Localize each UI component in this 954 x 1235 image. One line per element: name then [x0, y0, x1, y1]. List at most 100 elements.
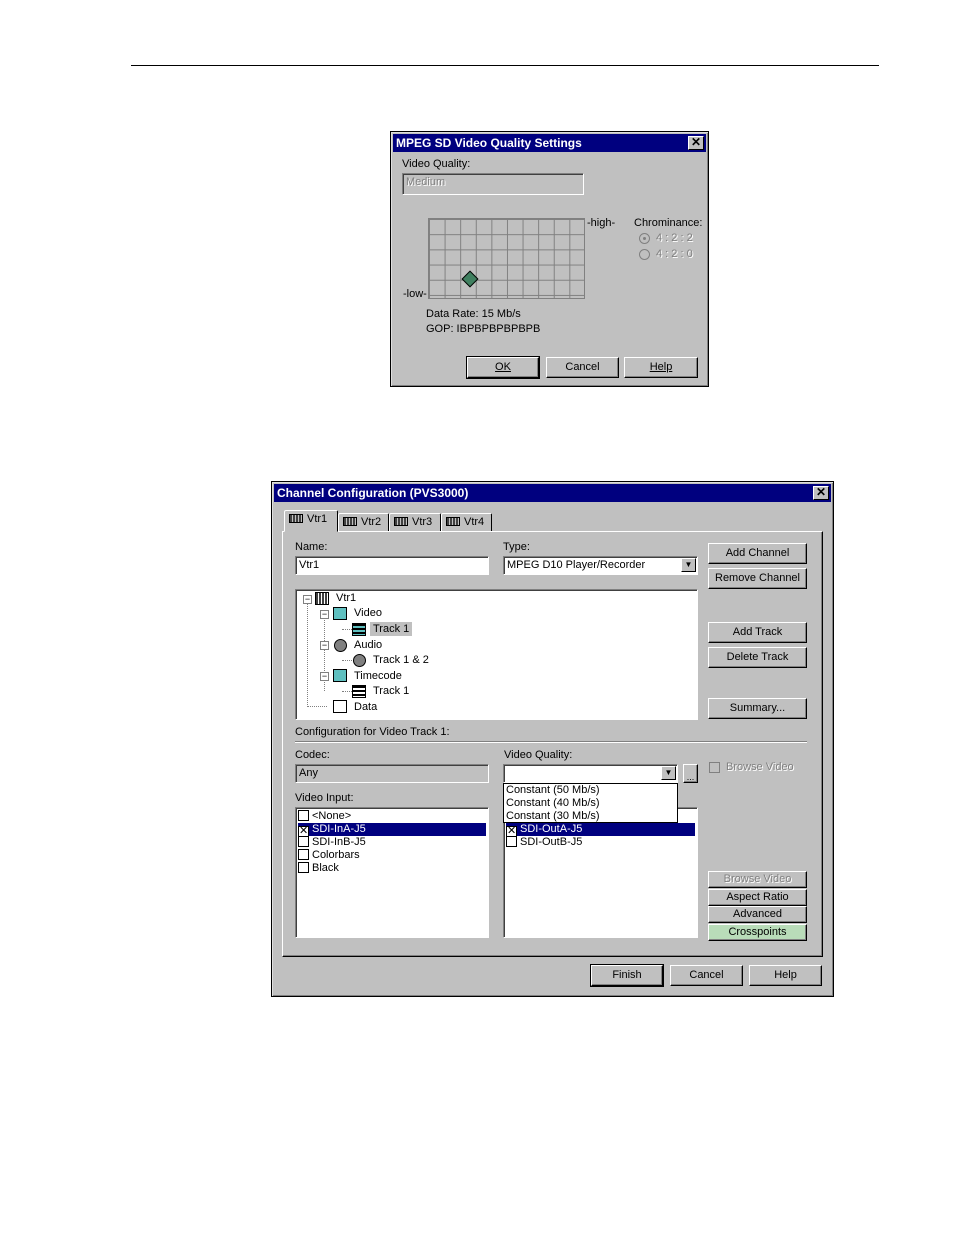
- video-input-label: Video Input:: [295, 792, 354, 804]
- chroma-420-radio[interactable]: [639, 249, 650, 260]
- add-channel-button[interactable]: Add Channel: [708, 543, 807, 564]
- chroma-422-label: 4 : 2 : 2: [656, 232, 693, 244]
- separator: [295, 741, 807, 743]
- close-icon[interactable]: ✕: [688, 136, 704, 150]
- help-button[interactable]: Help: [749, 965, 822, 986]
- add-track-label: Add Track: [732, 626, 783, 638]
- ellipsis-button[interactable]: ...: [683, 764, 698, 783]
- timecode-film-icon: [352, 685, 366, 698]
- browse-video-button[interactable]: Browse Video: [708, 871, 807, 888]
- tab-vtr4[interactable]: Vtr4: [441, 513, 492, 532]
- cancel-button[interactable]: Cancel: [546, 357, 619, 378]
- add-track-button[interactable]: Add Track: [708, 622, 807, 643]
- chroma-420-label: 4 : 2 : 0: [656, 248, 693, 260]
- finish-button[interactable]: Finish: [590, 964, 664, 987]
- cancel-label: Cancel: [689, 969, 724, 981]
- tab-vtr2[interactable]: Vtr2: [338, 513, 389, 532]
- tree-node-video-track[interactable]: Track 1: [370, 622, 413, 636]
- summary-button[interactable]: Summary...: [708, 698, 807, 719]
- vtr-icon: [394, 517, 408, 526]
- codec-label: Codec:: [295, 749, 330, 761]
- tree-node-timecode[interactable]: Timecode: [354, 669, 402, 683]
- list-item[interactable]: ✕ SDI-InA-J5: [298, 823, 486, 837]
- timecode-icon: [333, 669, 347, 682]
- video-input-list[interactable]: <None> ✕ SDI-InA-J5 SDI-InB-J5 Colorbars …: [295, 807, 489, 938]
- list-item-label: SDI-OutA-J5: [520, 823, 583, 835]
- video-quality-dropdown[interactable]: Constant (50 Mb/s) Constant (40 Mb/s) Co…: [503, 783, 678, 823]
- list-item[interactable]: ✕ SDI-OutA-J5: [506, 823, 695, 837]
- delete-track-button[interactable]: Delete Track: [708, 647, 807, 668]
- tree-line: [342, 691, 352, 692]
- name-input[interactable]: Vtr1: [295, 556, 489, 575]
- high-label: -high-: [587, 217, 616, 229]
- checkbox[interactable]: [298, 836, 309, 847]
- dialog-title-bar: Channel Configuration (PVS3000) ✕: [274, 484, 831, 502]
- checkbox[interactable]: [298, 849, 309, 860]
- low-label: -low-: [403, 288, 427, 300]
- advanced-label: Advanced: [733, 908, 782, 920]
- checkbox[interactable]: [506, 836, 517, 847]
- list-item[interactable]: <None>: [298, 810, 486, 823]
- quality-option[interactable]: Constant (40 Mb/s): [504, 797, 677, 810]
- aspect-ratio-label: Aspect Ratio: [726, 891, 789, 903]
- browse-video-checkbox[interactable]: [709, 762, 720, 773]
- name-label: Name:: [295, 541, 328, 553]
- list-item-label: SDI-InB-J5: [312, 836, 366, 848]
- video-quality-select[interactable]: ▼: [503, 764, 678, 783]
- collapse-icon[interactable]: −: [320, 610, 329, 619]
- list-item[interactable]: Black: [298, 862, 486, 875]
- ok-button[interactable]: OK: [466, 356, 540, 379]
- vtr-icon: [289, 514, 303, 523]
- tree-line: [307, 706, 327, 707]
- data-rate-text: Data Rate: 15 Mb/s: [426, 308, 521, 320]
- tree-node-audio-track[interactable]: Track 1 & 2: [373, 653, 429, 667]
- data-icon: [333, 700, 347, 713]
- close-icon[interactable]: ✕: [813, 486, 829, 500]
- quality-option[interactable]: Constant (30 Mb/s): [504, 810, 677, 823]
- aspect-ratio-button[interactable]: Aspect Ratio: [708, 889, 807, 906]
- advanced-button[interactable]: Advanced: [708, 906, 807, 923]
- list-item-label: <None>: [312, 810, 352, 822]
- tab-vtr3[interactable]: Vtr3: [389, 513, 441, 532]
- list-item[interactable]: SDI-OutB-J5: [506, 836, 695, 849]
- list-item[interactable]: Colorbars: [298, 849, 486, 862]
- tab-vtr1[interactable]: Vtr1: [284, 510, 338, 532]
- checkbox[interactable]: [298, 862, 309, 873]
- channel-configuration-dialog: Channel Configuration (PVS3000) ✕ Vtr1 V…: [271, 481, 834, 997]
- finish-label: Finish: [612, 969, 642, 981]
- help-button-label: Help: [649, 361, 673, 373]
- quality-option[interactable]: Constant (50 Mb/s): [504, 784, 677, 797]
- type-select[interactable]: MPEG D10 Player/Recorder ▼: [503, 556, 698, 575]
- collapse-icon[interactable]: −: [320, 672, 329, 681]
- cancel-button-label: Cancel: [565, 361, 600, 373]
- collapse-icon[interactable]: −: [320, 641, 329, 650]
- vtr-icon: [315, 592, 329, 605]
- dialog-title-bar: MPEG SD Video Quality Settings ✕: [393, 134, 706, 152]
- list-item-label: SDI-OutB-J5: [520, 836, 583, 848]
- tree-node-video[interactable]: Video: [354, 606, 382, 620]
- chroma-422-radio[interactable]: [639, 233, 650, 244]
- add-channel-label: Add Channel: [725, 547, 790, 559]
- tree-node-vtr1[interactable]: Vtr1: [336, 591, 356, 605]
- browse-video-button-label: Browse Video: [723, 873, 792, 885]
- collapse-icon[interactable]: −: [303, 595, 312, 604]
- tab-label: Vtr1: [307, 513, 328, 525]
- page-header-rule: [131, 65, 879, 66]
- tree-node-timecode-track[interactable]: Track 1: [373, 684, 409, 698]
- dialog-title: Channel Configuration (PVS3000): [277, 486, 469, 500]
- tree-node-data[interactable]: Data: [354, 700, 377, 714]
- crosspoints-button[interactable]: Crosspoints: [708, 924, 807, 941]
- cancel-button[interactable]: Cancel: [670, 965, 743, 986]
- help-button[interactable]: Help: [624, 357, 698, 378]
- quality-grid[interactable]: [428, 218, 585, 299]
- list-item[interactable]: SDI-InB-J5: [298, 836, 486, 849]
- browse-video-check-label: Browse Video: [726, 761, 794, 773]
- tab-label: Vtr2: [361, 516, 382, 528]
- video-output-list[interactable]: ✕ SDI-OutA-J5 SDI-OutB-J5: [503, 807, 698, 938]
- channel-tree[interactable]: − Vtr1 − Video Track 1 − Audio Track 1 &…: [295, 589, 698, 720]
- chevron-down-icon[interactable]: ▼: [661, 766, 676, 780]
- remove-channel-button[interactable]: Remove Channel: [708, 568, 807, 589]
- tree-node-audio[interactable]: Audio: [354, 638, 382, 652]
- checkbox[interactable]: [298, 810, 309, 821]
- chevron-down-icon[interactable]: ▼: [681, 558, 696, 572]
